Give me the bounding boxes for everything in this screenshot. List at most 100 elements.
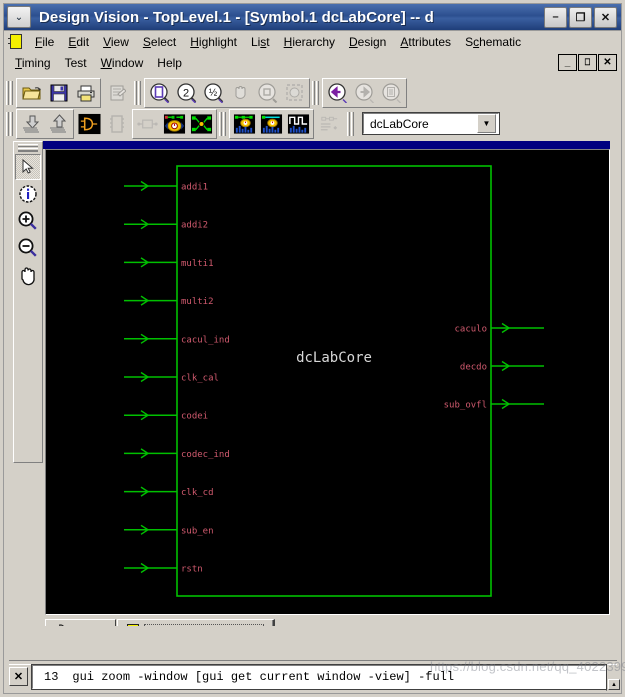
- zoom-out-half-button[interactable]: ½: [201, 80, 226, 105]
- mdi-close-icon: ✕: [603, 56, 612, 68]
- menu-edit[interactable]: Edit: [61, 34, 96, 50]
- design-vision-window: ⌄ Design Vision - TopLevel.1 - [Symbol.1…: [0, 0, 625, 697]
- scroll-up-button[interactable]: ▲: [608, 679, 620, 690]
- menu-highlight[interactable]: Highlight: [183, 34, 244, 50]
- info-tool[interactable]: [15, 181, 41, 207]
- chip-view-button[interactable]: [104, 111, 129, 136]
- console-close-button[interactable]: ✕: [9, 667, 28, 686]
- net-button[interactable]: [135, 111, 160, 136]
- menu-schematic[interactable]: Schematic: [458, 34, 528, 50]
- zoom-full-button[interactable]: [147, 80, 172, 105]
- zoom-out-half-icon: ½: [203, 82, 223, 103]
- input-port-label: codec_ind: [181, 450, 230, 460]
- path-histogram-button[interactable]: [232, 111, 257, 136]
- mdi-minimize-button[interactable]: _: [558, 54, 577, 71]
- close-button[interactable]: ✕: [594, 6, 617, 28]
- zoom-in-tool[interactable]: [15, 208, 41, 234]
- menu-list[interactable]: List: [244, 34, 277, 50]
- list-lines-button[interactable]: [317, 111, 342, 136]
- window-controls: – ❐ ✕: [544, 6, 617, 28]
- chevron-down-icon[interactable]: ▼: [477, 114, 496, 133]
- command-input[interactable]: 13 gui zoom -window [gui get current win…: [31, 664, 607, 690]
- chip-outline-icon: [109, 114, 124, 133]
- mdi-close-button[interactable]: ✕: [598, 54, 617, 71]
- input-port-label: clk_cd: [181, 488, 214, 498]
- console-scrollbar[interactable]: ▲: [606, 665, 621, 691]
- print-button[interactable]: [73, 80, 98, 105]
- toolbar-grip-6[interactable]: [347, 111, 354, 136]
- console-area: ✕ 13 gui zoom -window [gui get current w…: [3, 626, 622, 694]
- minimize-button[interactable]: –: [544, 6, 567, 28]
- system-menu-button[interactable]: ⌄: [7, 6, 31, 28]
- svg-text:½: ½: [208, 87, 217, 98]
- input-port-label: clk_cal: [181, 374, 219, 384]
- mdi-window-controls: _ ⎕ ✕: [558, 54, 621, 71]
- input-port-label: sub_en: [181, 526, 214, 536]
- list-view-button[interactable]: [379, 80, 404, 105]
- palette-grip[interactable]: [18, 144, 38, 152]
- report-icon: [110, 85, 126, 100]
- timing-path-button[interactable]: [162, 111, 187, 136]
- pan-hand-tool[interactable]: [15, 262, 41, 288]
- toolbar-area: 2 ½ dcLabCore ▼: [3, 75, 622, 141]
- toolbar-grip-2[interactable]: [134, 80, 141, 105]
- toolbar-grip-5[interactable]: [219, 111, 226, 136]
- zoom-area-icon: [257, 82, 277, 103]
- menu-window[interactable]: Window: [94, 55, 151, 71]
- window-title: Design Vision - TopLevel.1 - [Symbol.1 d…: [39, 8, 434, 26]
- open-button[interactable]: [19, 80, 44, 105]
- zoom-full-icon: [149, 82, 169, 103]
- timing-path-icon: [163, 113, 186, 134]
- report-button[interactable]: [104, 80, 129, 105]
- zoom-area-button[interactable]: [255, 80, 280, 105]
- toolbar-group-path: [132, 108, 217, 139]
- save-button[interactable]: [46, 80, 71, 105]
- menu-select[interactable]: Select: [136, 34, 183, 50]
- back-button[interactable]: [325, 80, 350, 105]
- zoom-in-icon: [18, 211, 37, 230]
- menu-file[interactable]: FFileile: [28, 34, 61, 50]
- menu-attributes[interactable]: Attributes: [393, 34, 458, 50]
- menu-help[interactable]: Help: [150, 55, 189, 71]
- mdi-restore-button[interactable]: ⎕: [578, 54, 597, 71]
- toolbar-grip-3[interactable]: [312, 80, 319, 105]
- zoom-out-icon: [18, 238, 37, 257]
- toolbar-grip[interactable]: [6, 80, 13, 105]
- forward-button[interactable]: [352, 80, 377, 105]
- zoom-selection-button[interactable]: [282, 80, 307, 105]
- forward-icon: [354, 82, 374, 103]
- select-cursor-tool[interactable]: [15, 154, 41, 180]
- menu-design[interactable]: Design: [342, 34, 393, 50]
- push-down-button[interactable]: [19, 111, 44, 136]
- schematic-canvas[interactable]: dcLabCore addi1 addi2 multi1 multi2 cacul_in…: [45, 149, 610, 615]
- open-icon: [21, 86, 41, 99]
- output-port-label: decdo: [460, 363, 487, 373]
- title-bar: ⌄ Design Vision - TopLevel.1 - [Symbol.1…: [3, 3, 622, 31]
- maximize-button[interactable]: ❐: [569, 6, 592, 28]
- schematic-net-button[interactable]: [189, 111, 214, 136]
- toolbar-grip-4[interactable]: [6, 111, 13, 136]
- pop-up-button[interactable]: [46, 111, 71, 136]
- zoom-in-2x-button[interactable]: 2: [174, 80, 199, 105]
- menu-test[interactable]: Test: [58, 55, 94, 71]
- waveform-button[interactable]: [286, 111, 311, 136]
- pop-up-icon: [49, 113, 66, 133]
- toolbar-group-hist: [229, 108, 314, 139]
- symbol-view-button[interactable]: [77, 111, 102, 136]
- list-lines-icon: [320, 116, 338, 130]
- input-port-label: cacul_ind: [181, 335, 230, 345]
- input-port-label: multi2: [181, 297, 214, 307]
- menu-hierarchy[interactable]: Hierarchy: [277, 34, 342, 50]
- menu-view[interactable]: View: [96, 34, 136, 50]
- design-selector[interactable]: dcLabCore ▼: [362, 112, 500, 135]
- zoom-pan-button[interactable]: [228, 80, 253, 105]
- toolbar-group-nav: [322, 77, 407, 108]
- toolbar-group-view: [74, 108, 132, 139]
- net-histogram-button[interactable]: [259, 111, 284, 136]
- toolbar-group-hier: [16, 108, 74, 139]
- zoom-out-tool[interactable]: [15, 235, 41, 261]
- list-view-icon: [381, 82, 401, 103]
- menu-timing[interactable]: Timing: [8, 55, 58, 71]
- cursor-arrow-icon: [22, 158, 34, 174]
- minimize-icon: –: [552, 11, 559, 23]
